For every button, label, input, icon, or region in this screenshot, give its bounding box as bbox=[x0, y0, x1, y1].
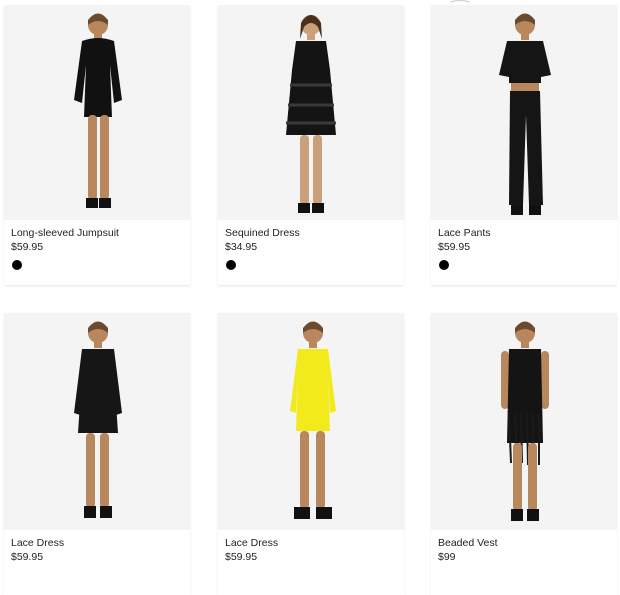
product-price: $59.95 bbox=[225, 551, 258, 563]
product-image[interactable] bbox=[218, 313, 404, 530]
color-swatch-black[interactable] bbox=[12, 260, 22, 270]
product-name[interactable]: Sequined Dress bbox=[225, 227, 397, 240]
product-name[interactable]: Lace Pants bbox=[438, 227, 610, 240]
product-name[interactable]: Long-sleeved Jumpsuit bbox=[11, 227, 183, 240]
product-name[interactable]: Lace Dress bbox=[225, 537, 397, 550]
model-figure bbox=[501, 321, 549, 521]
product-price: $59.95 bbox=[11, 551, 44, 563]
model-figure bbox=[74, 321, 122, 518]
product-image[interactable] bbox=[218, 5, 404, 220]
model-figure bbox=[74, 13, 122, 208]
product-image[interactable] bbox=[431, 313, 617, 530]
product-price: $34.95 bbox=[225, 241, 258, 253]
product-image[interactable] bbox=[431, 5, 617, 220]
product-price: $99 bbox=[438, 551, 456, 563]
product-price: $59.95 bbox=[438, 241, 471, 253]
product-card-lace-pants[interactable]: Lace Pants $59.95 bbox=[431, 5, 617, 285]
product-card-lace-dress[interactable]: Lace Dress $59.95 bbox=[4, 313, 190, 595]
color-swatch-black[interactable] bbox=[439, 260, 449, 270]
color-swatch-black[interactable] bbox=[226, 260, 236, 270]
product-card-sequined-dress[interactable]: Sequined Dress $34.95 bbox=[218, 5, 404, 285]
product-card-long-sleeved-jumpsuit[interactable]: Long-sleeved Jumpsuit $59.95 bbox=[4, 5, 190, 285]
product-price: $59.95 bbox=[11, 241, 44, 253]
product-name[interactable]: Beaded Vest bbox=[438, 537, 610, 550]
product-card-lace-dress-yellow[interactable]: Lace Dress $59.95 bbox=[218, 313, 404, 595]
model-figure bbox=[286, 15, 336, 213]
product-grid: Long-sleeved Jumpsuit $59.95 Sequined Dr… bbox=[0, 0, 620, 595]
product-name[interactable]: Lace Dress bbox=[11, 537, 183, 550]
product-image[interactable] bbox=[4, 313, 190, 530]
product-card-beaded-vest[interactable]: Beaded Vest $99 bbox=[431, 313, 617, 595]
model-figure bbox=[499, 13, 551, 215]
product-image[interactable] bbox=[4, 5, 190, 220]
model-figure bbox=[290, 321, 336, 519]
